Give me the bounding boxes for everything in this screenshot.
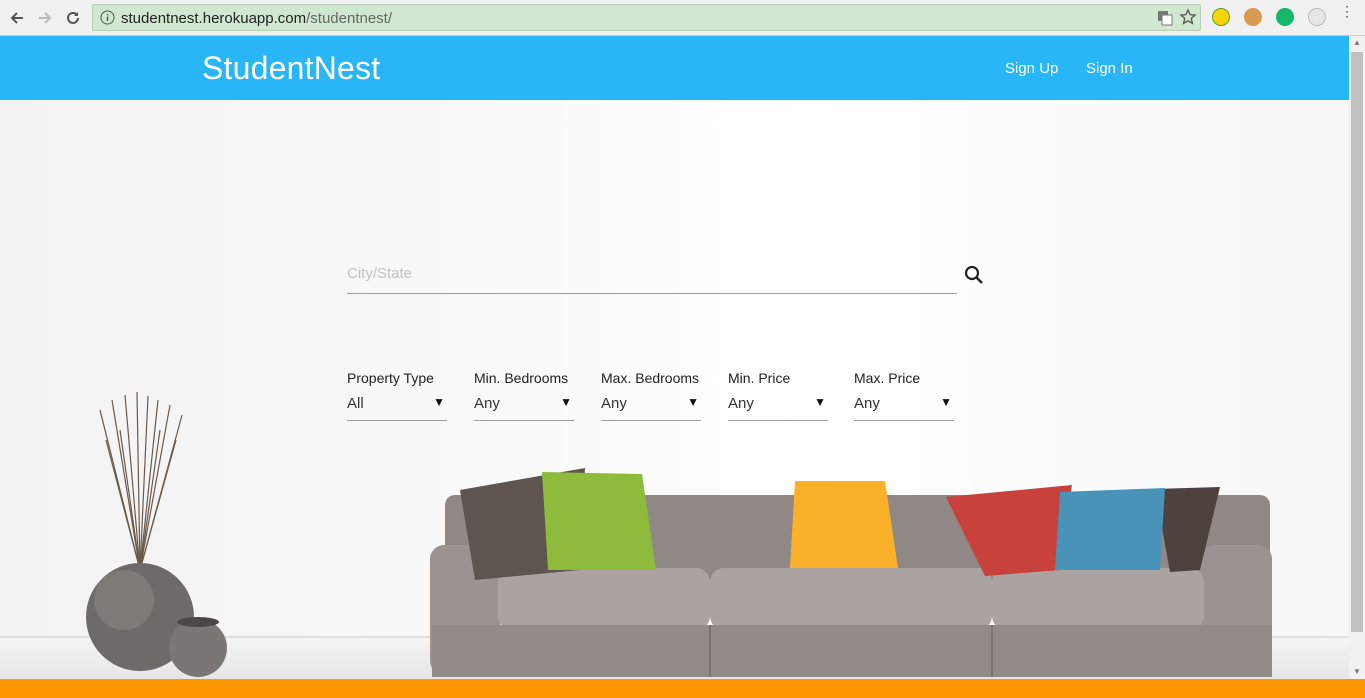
filter-value: Any [474, 395, 500, 412]
footer-accent-bar [0, 679, 1365, 698]
min-price-select[interactable]: Any ▼ [728, 395, 828, 421]
translate-icon[interactable] [1157, 10, 1173, 31]
max-price-select[interactable]: Any ▼ [854, 395, 954, 421]
filter-max-price: Max. Price Any ▼ [854, 370, 954, 421]
browser-toolbar: studentnest.herokuapp.com/studentnest/ ⋮ [0, 0, 1365, 36]
url-path: /studentnest/ [306, 10, 393, 27]
url-text: studentnest.herokuapp.com/studentnest/ [121, 10, 392, 27]
dropdown-arrow-icon: ▼ [433, 395, 445, 409]
min-bedrooms-select[interactable]: Any ▼ [474, 395, 574, 421]
filter-max-bedrooms: Max. Bedrooms Any ▼ [601, 370, 701, 421]
city-state-search-input[interactable] [347, 253, 957, 294]
filter-label: Min. Price [728, 370, 791, 386]
signup-link[interactable]: Sign Up [1005, 60, 1058, 77]
back-arrow-icon[interactable] [5, 6, 29, 30]
star-bookmark-icon[interactable] [1179, 8, 1197, 31]
page-scrollbar-thumb[interactable] [1351, 52, 1363, 632]
reload-icon[interactable] [61, 6, 85, 30]
filter-min-price: Min. Price Any ▼ [728, 370, 828, 421]
grammarly-extension-icon[interactable] [1276, 8, 1294, 26]
browser-menu-icon[interactable]: ⋮ [1340, 4, 1354, 18]
small-vase-illustration [169, 619, 227, 677]
cookie-extension-icon[interactable] [1244, 8, 1262, 26]
filter-label: Property Type [347, 370, 434, 386]
info-icon[interactable] [100, 10, 115, 30]
max-bedrooms-select[interactable]: Any ▼ [601, 395, 701, 421]
extension-icon[interactable] [1308, 8, 1326, 26]
filter-value: Any [854, 395, 880, 412]
property-type-select[interactable]: All ▼ [347, 395, 447, 421]
hero-section: Property Type All ▼ Min. Bedrooms Any ▼ … [0, 100, 1349, 679]
dropdown-arrow-icon: ▼ [814, 395, 826, 409]
filter-value: Any [601, 395, 627, 412]
pillow-green-illustration [542, 472, 656, 570]
forward-arrow-icon[interactable] [33, 6, 57, 30]
filter-value: Any [728, 395, 754, 412]
filter-label: Max. Bedrooms [601, 370, 700, 386]
filter-min-bedrooms: Min. Bedrooms Any ▼ [474, 370, 574, 421]
pillow-blue-illustration [1055, 488, 1165, 570]
filter-property-type: Property Type All ▼ [347, 370, 447, 421]
pillow-yellow-illustration [790, 481, 898, 568]
extension-icon[interactable] [1212, 8, 1230, 26]
signin-link[interactable]: Sign In [1086, 60, 1133, 77]
dropdown-arrow-icon: ▼ [687, 395, 699, 409]
scroll-up-icon[interactable]: ▲ [1349, 36, 1365, 50]
dropdown-arrow-icon: ▼ [940, 395, 952, 409]
filter-value: All [347, 395, 364, 412]
scroll-down-icon[interactable]: ▼ [1349, 665, 1365, 679]
address-bar[interactable]: studentnest.herokuapp.com/studentnest/ [92, 4, 1201, 31]
url-host: studentnest.herokuapp.com [121, 10, 307, 27]
dried-branches-illustration [99, 391, 183, 571]
filter-label: Max. Price [854, 370, 921, 386]
brand-logo[interactable]: StudentNest [202, 50, 380, 87]
filter-label: Min. Bedrooms [474, 370, 569, 386]
dropdown-arrow-icon: ▼ [560, 395, 572, 409]
app-header: StudentNest Sign Up Sign In [0, 36, 1349, 100]
search-icon[interactable] [962, 263, 986, 287]
